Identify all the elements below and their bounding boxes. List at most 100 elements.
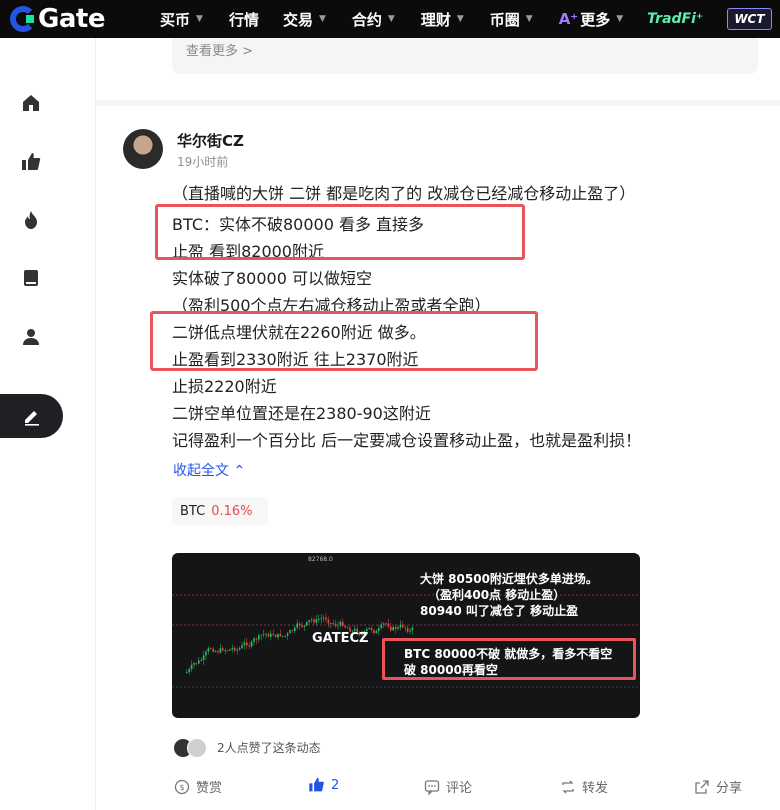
candle-body — [315, 619, 318, 623]
chevron-down-icon: ▼ — [616, 14, 624, 24]
nav-item-tradfi[interactable]: TradFi⁺ — [647, 0, 703, 38]
comment-button[interactable]: 评论 — [424, 777, 472, 796]
nav-item-wct[interactable]: WCT — [727, 0, 772, 38]
nav-item-buy[interactable]: 买币 ▼ — [160, 0, 203, 38]
nav-item-square[interactable]: 币圈 ▼ — [490, 0, 533, 38]
candle-body — [289, 630, 291, 634]
post-divider — [96, 100, 780, 106]
avatar[interactable] — [123, 129, 163, 169]
candle-body — [282, 635, 284, 637]
candle-body — [308, 620, 310, 622]
post-line: 记得盈利一个百分比 后一定要减仓设置移动止盈，也就是盈利损！ — [172, 431, 642, 450]
candle-body — [411, 627, 414, 631]
user-icon[interactable] — [20, 326, 42, 348]
nav-item-markets[interactable]: 行情 — [229, 0, 259, 38]
previous-post-card — [172, 38, 758, 74]
chart-note: BTC 80000不破 就做多，看多不看空 — [404, 647, 613, 661]
highlight-box-eth — [150, 311, 538, 371]
candle-body — [339, 621, 342, 626]
chart-note: 大饼 80500附近埋伏多单进场。 — [420, 572, 598, 586]
candle-body — [387, 623, 390, 627]
author-name[interactable]: 华尔街CZ — [177, 130, 244, 151]
chevron-down-icon: ▼ — [456, 14, 464, 24]
share-icon — [695, 779, 709, 794]
chart-note: 80940 叫了减仓了 移动止盈 — [420, 604, 579, 618]
candle-body — [205, 651, 207, 656]
nav-item-more[interactable]: A⁺ 更多 ▼ — [559, 0, 623, 38]
candle-body — [243, 642, 246, 646]
candle-body — [262, 634, 265, 636]
candle-body — [270, 633, 272, 637]
likes-summary[interactable]: 2人点赞了这条动态 — [217, 739, 321, 756]
thumbs-up-icon[interactable] — [20, 151, 42, 173]
candle-body — [212, 648, 214, 652]
book-icon[interactable] — [20, 267, 42, 289]
nav-item-earn[interactable]: 理财 ▼ — [421, 0, 464, 38]
candle-body — [318, 619, 320, 620]
candle-body — [291, 630, 294, 631]
post-line: 实体破了80000 可以做短空 — [172, 269, 372, 288]
candle-body — [325, 617, 327, 620]
repost-button[interactable]: 转发 — [560, 777, 608, 796]
candle-body — [267, 633, 270, 637]
candle-body — [327, 619, 330, 624]
candle-body — [378, 628, 380, 632]
collapse-link[interactable]: 收起全文 ⌃ — [173, 460, 245, 480]
left-sidebar — [0, 38, 96, 810]
logo-text: Gate — [38, 4, 105, 34]
candle-body — [390, 626, 392, 631]
chart-note: 破 80000再看空 — [404, 663, 498, 677]
thumbs-up-icon — [309, 777, 324, 792]
candle-body — [310, 619, 313, 621]
svg-text:$: $ — [179, 783, 184, 792]
candle-body — [320, 618, 322, 620]
candle-body — [265, 633, 267, 635]
chart-price-tag: 82768.0 — [308, 556, 333, 563]
candle-body — [346, 627, 349, 629]
candle-body — [241, 645, 243, 649]
candle-body — [344, 625, 346, 628]
home-icon[interactable] — [20, 92, 42, 114]
gate-logo-icon — [10, 6, 36, 32]
candle-body — [260, 634, 262, 636]
candle-body — [226, 650, 229, 652]
nav-item-trade[interactable]: 交易 ▼ — [283, 0, 326, 38]
candle-body — [399, 624, 402, 628]
chevron-up-icon: ⌃ — [233, 463, 246, 479]
candle-body — [258, 635, 260, 640]
tip-icon: $ — [174, 779, 190, 794]
candle-body — [382, 623, 385, 625]
candle-body — [294, 627, 296, 631]
candle-body — [250, 641, 253, 647]
ticker-tag[interactable]: BTC 0.16% — [172, 497, 268, 525]
candle-body — [274, 634, 277, 638]
candle-body — [373, 629, 375, 634]
candle-body — [394, 627, 397, 629]
candle-body — [272, 633, 274, 635]
see-more-link[interactable]: 查看更多 > — [186, 40, 253, 59]
compose-button[interactable] — [0, 394, 63, 438]
highlight-box-btc — [155, 204, 525, 260]
like-button[interactable]: 2 — [308, 777, 339, 793]
candle-body — [253, 638, 255, 642]
gate-logo[interactable]: Gate — [10, 4, 138, 34]
nav-menu: 买币 ▼ 行情 交易 ▼ 合约 ▼ 理财 ▼ 币圈 ▼ A⁺ 更多 ▼ TradFi⁺ WCT — [138, 0, 772, 38]
fire-icon[interactable] — [20, 209, 42, 231]
tip-button[interactable]: $ 赞赏 — [174, 777, 222, 796]
candle-body — [214, 651, 217, 653]
candle-body — [224, 650, 226, 652]
chevron-down-icon: ▼ — [196, 14, 203, 24]
post-line: （直播喊的大饼 二饼 都是吃肉了的 改减仓已经减仓移动止盈了） — [172, 184, 636, 203]
candle-body — [397, 627, 399, 629]
candle-body — [286, 633, 289, 636]
liker-avatars[interactable] — [173, 738, 213, 758]
candle-body — [409, 630, 411, 632]
post-image[interactable]: 82768.0 GATECZ 大饼 80500附近埋伏多单进场。 （盈利400点… — [172, 553, 640, 718]
candle-body — [193, 663, 195, 665]
candle-body — [322, 617, 325, 619]
candle-body — [334, 623, 337, 626]
candle-body — [284, 635, 286, 637]
share-button[interactable]: 分享 — [694, 777, 742, 796]
avatar — [187, 738, 207, 758]
nav-item-futures[interactable]: 合约 ▼ — [352, 0, 395, 38]
